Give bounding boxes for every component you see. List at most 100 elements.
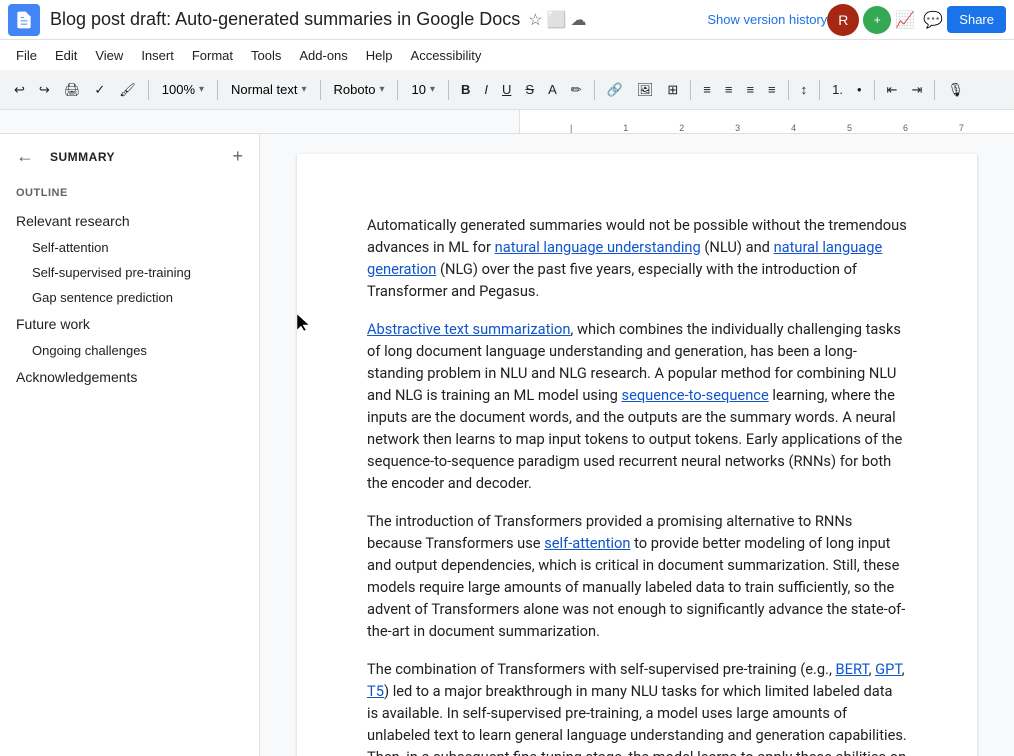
menu-bar: File Edit View Insert Format Tools Add-o… — [0, 40, 1014, 70]
link-abstractive-text[interactable]: Abstractive text summarization — [367, 320, 570, 338]
text-color-button[interactable]: A — [542, 78, 563, 101]
paragraph-4: The combination of Transformers with sel… — [367, 658, 907, 756]
ruler-mark-6: 6 — [903, 123, 908, 133]
separator-6 — [594, 80, 595, 100]
share-button[interactable]: Share — [947, 6, 1006, 33]
style-chevron: ▾ — [302, 84, 307, 95]
menu-tools[interactable]: Tools — [243, 44, 289, 67]
menu-accessibility[interactable]: Accessibility — [403, 44, 490, 67]
underline-button[interactable]: U — [496, 78, 517, 101]
align-right-button[interactable]: ≡ — [740, 78, 760, 101]
decrease-indent-button[interactable]: ⇤ — [881, 78, 904, 102]
star-icon[interactable]: ☆ — [528, 10, 542, 30]
outline-item-self-supervised[interactable]: Self-supervised pre-training — [0, 260, 259, 285]
separator-5 — [448, 80, 449, 100]
print-button[interactable]: 🖨 — [58, 78, 87, 102]
zoom-chevron: ▾ — [199, 84, 204, 95]
bullet-list-button[interactable]: • — [851, 78, 868, 101]
summary-label: SUMMARY — [50, 150, 115, 164]
outline-item-ongoing-challenges[interactable]: Ongoing challenges — [0, 338, 259, 363]
link-gpt[interactable]: GPT — [875, 660, 901, 678]
outline-item-acknowledgements[interactable]: Acknowledgements — [0, 363, 259, 391]
outline-section: OUTLINE Relevant research Self-attention… — [0, 179, 259, 395]
strikethrough-button[interactable]: S — [519, 78, 540, 101]
justify-button[interactable]: ≡ — [762, 78, 782, 101]
menu-file[interactable]: File — [8, 44, 45, 67]
link-bert[interactable]: BERT — [836, 660, 869, 678]
table-button[interactable]: ⊞ — [661, 78, 684, 102]
add-summary-button[interactable]: + — [232, 146, 243, 167]
menu-addons[interactable]: Add-ons — [291, 44, 355, 67]
ruler-mark-3: 3 — [735, 123, 740, 133]
separator-8 — [788, 80, 789, 100]
show-version-history-link[interactable]: Show version history — [707, 12, 827, 27]
outline-item-gap-sentence[interactable]: Gap sentence prediction — [0, 285, 259, 310]
link-t5[interactable]: T5 — [367, 682, 384, 700]
numbered-list-button[interactable]: 1. — [826, 78, 849, 101]
back-button[interactable]: ← — [16, 146, 34, 167]
line-spacing-button[interactable]: ↕ — [795, 78, 814, 101]
increase-indent-button[interactable]: ⇥ — [905, 78, 928, 102]
size-value: 10 — [411, 82, 425, 97]
italic-button[interactable]: I — [478, 78, 494, 101]
doc-area[interactable]: Automatically generated summaries would … — [260, 134, 1014, 756]
outline-item-self-attention[interactable]: Self-attention — [0, 235, 259, 260]
sidebar: ← SUMMARY + OUTLINE Relevant research Se… — [0, 134, 260, 756]
image-button[interactable]: 🖼 — [631, 78, 660, 102]
align-left-button[interactable]: ≡ — [697, 78, 717, 101]
outline-item-future-work[interactable]: Future work — [0, 310, 259, 338]
highlight-button[interactable]: ✏ — [565, 78, 588, 102]
spellcheck-button[interactable]: ✓ — [88, 78, 111, 102]
outline-item-relevant-research[interactable]: Relevant research — [0, 207, 259, 235]
menu-insert[interactable]: Insert — [133, 44, 182, 67]
paragraph-3: The introduction of Transformers provide… — [367, 510, 907, 642]
bold-button[interactable]: B — [455, 78, 476, 101]
ruler-mark-4: 4 — [791, 123, 796, 133]
menu-view[interactable]: View — [87, 44, 131, 67]
font-chevron: ▾ — [379, 84, 384, 95]
separator-2 — [217, 80, 218, 100]
ruler-mark-2: 2 — [679, 123, 684, 133]
link-button[interactable]: 🔗 — [601, 78, 629, 102]
undo-button[interactable]: ↩ — [8, 78, 31, 102]
redo-button[interactable]: ↪ — [33, 78, 56, 102]
app-icon — [8, 4, 40, 36]
trending-icon[interactable]: 📈 — [891, 6, 919, 34]
cloud-icon[interactable]: ☁ — [571, 10, 587, 30]
sidebar-header: ← SUMMARY + — [0, 134, 259, 179]
toolbar: ↩ ↪ 🖨 ✓ 🖌 100% ▾ Normal text ▾ Roboto ▾ … — [0, 70, 1014, 110]
ruler-mark-7: 7 — [959, 123, 964, 133]
separator-10 — [874, 80, 875, 100]
outline-label: OUTLINE — [0, 183, 259, 207]
link-seq2seq[interactable]: sequence-to-sequence — [622, 386, 769, 404]
avatar: R — [827, 4, 859, 36]
style-select[interactable]: Normal text ▾ — [224, 77, 314, 102]
voice-input-button[interactable]: 🎙 — [941, 78, 970, 102]
menu-help[interactable]: Help — [358, 44, 401, 67]
ruler-mark-1: 1 — [623, 123, 628, 133]
size-select[interactable]: 10 ▾ — [404, 77, 442, 102]
paragraph-1: Automatically generated summaries would … — [367, 214, 907, 302]
separator-9 — [819, 80, 820, 100]
paragraph-2: Abstractive text summarization, which co… — [367, 318, 907, 494]
chat-icon[interactable]: 💬 — [919, 6, 947, 34]
font-select[interactable]: Roboto ▾ — [327, 77, 392, 102]
ruler-inner: | 1 2 3 4 5 6 7 — [520, 110, 1014, 133]
folder-icon[interactable]: ⬜ — [547, 10, 567, 30]
paint-format-button[interactable]: 🖌 — [113, 78, 142, 102]
align-center-button[interactable]: ≡ — [719, 78, 739, 101]
link-self-attention[interactable]: self-attention — [544, 534, 630, 552]
separator-1 — [148, 80, 149, 100]
separator-4 — [397, 80, 398, 100]
separator-3 — [320, 80, 321, 100]
ruler-mark-5: 5 — [847, 123, 852, 133]
zoom-select[interactable]: 100% ▾ — [155, 77, 211, 102]
avatar-group: R + — [827, 4, 891, 36]
link-nlu[interactable]: natural language understanding — [495, 238, 701, 256]
size-chevron: ▾ — [430, 84, 435, 95]
menu-edit[interactable]: Edit — [47, 44, 85, 67]
menu-format[interactable]: Format — [184, 44, 241, 67]
separator-7 — [690, 80, 691, 100]
ruler: | 1 2 3 4 5 6 7 — [0, 110, 1014, 134]
ruler-mark-0: | — [570, 123, 572, 133]
